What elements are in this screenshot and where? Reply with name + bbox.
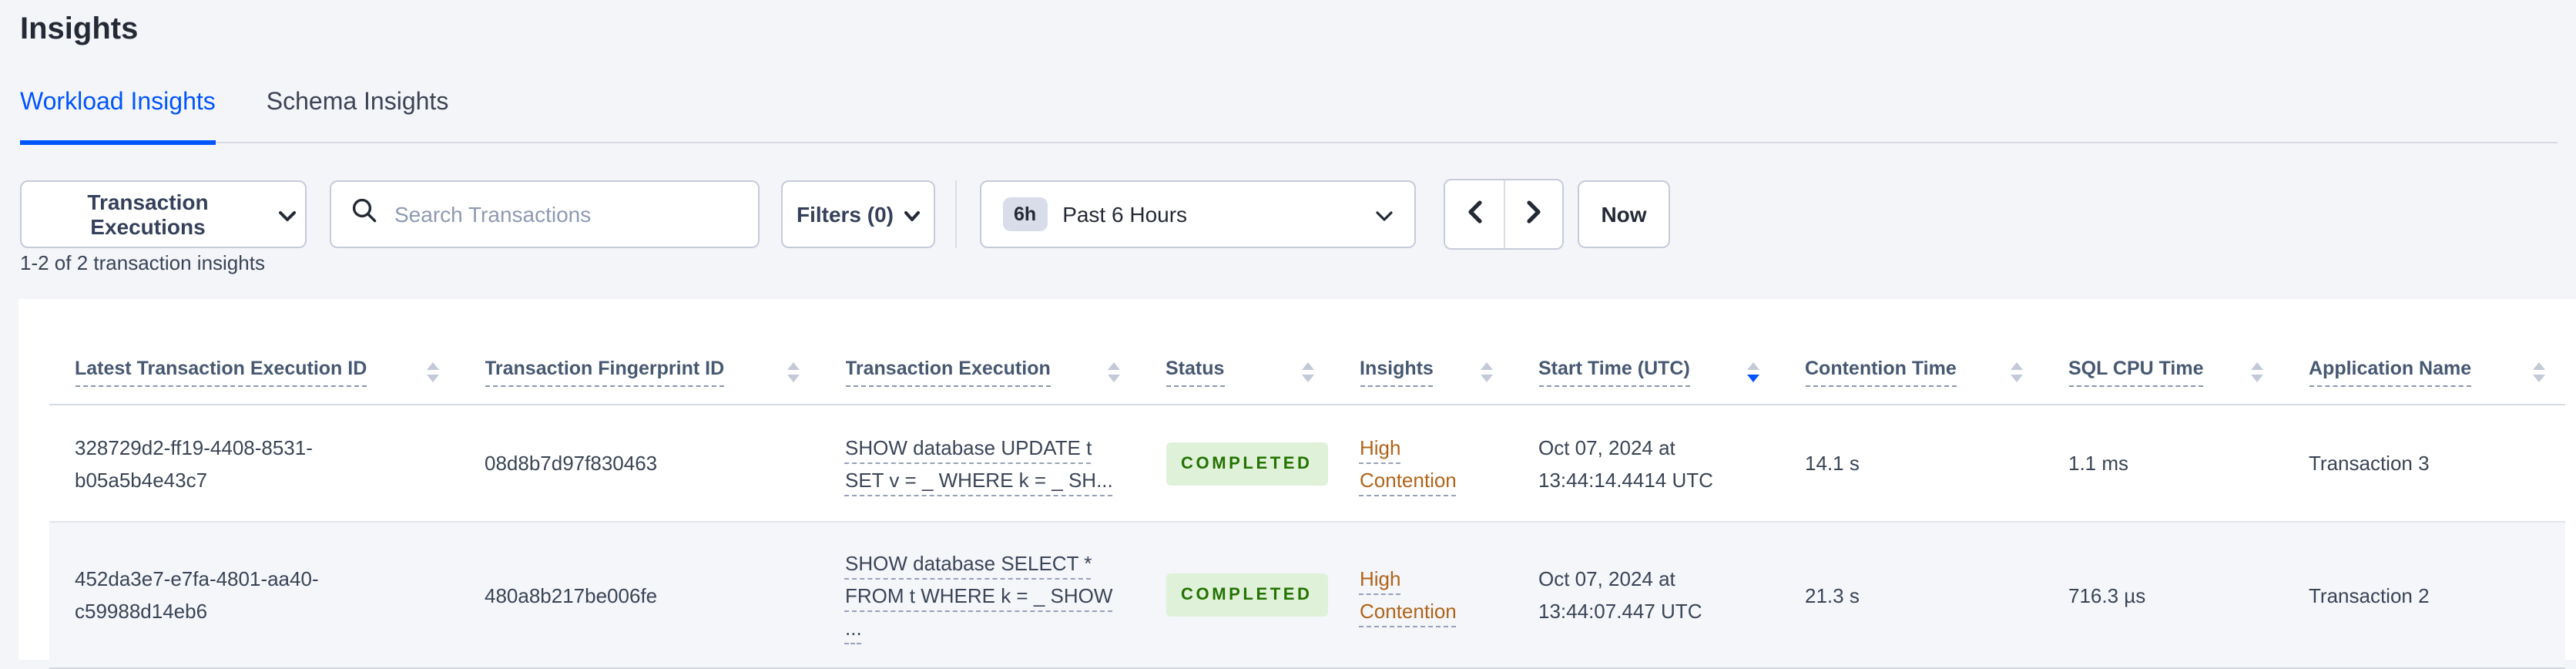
cell-fingerprint-id: 480a8b217be006fe	[459, 522, 820, 669]
insights-page: Insights Workload Insights Schema Insigh…	[0, 0, 2576, 669]
column-header-insights[interactable]: Insights	[1334, 299, 1513, 405]
sort-icon[interactable]	[787, 362, 800, 382]
sort-icon-active-desc[interactable]	[1747, 362, 1759, 382]
search-input[interactable]	[391, 200, 743, 228]
cell-application-name: Transaction 3	[2283, 405, 2565, 523]
filters-label: Filters (0)	[796, 202, 894, 227]
transaction-execution-link[interactable]: SHOW database SELECT * FROM t WHERE k = …	[845, 551, 1112, 639]
search-icon	[351, 197, 377, 231]
sort-icon[interactable]	[427, 362, 439, 382]
cell-fingerprint-id: 08d8b7d97f830463	[459, 405, 820, 523]
high-contention-link[interactable]: High Contention	[1360, 435, 1457, 491]
toolbar: Transaction Executions Filters (0) 6h Pa…	[20, 179, 1670, 250]
sort-icon[interactable]	[1302, 362, 1314, 382]
sort-icon[interactable]	[2251, 362, 2263, 382]
results-count: 1-2 of 2 transaction insights	[20, 251, 265, 274]
insights-table-card: Latest Transaction Execution ID Transact…	[18, 299, 2576, 669]
high-contention-link[interactable]: High Contention	[1360, 567, 1457, 623]
chevron-left-icon	[1467, 200, 1481, 228]
time-range-badge: 6h	[1003, 197, 1048, 231]
column-header-contention-time[interactable]: Contention Time	[1779, 299, 2043, 405]
cell-sql-cpu-time: 1.1 ms	[2043, 405, 2283, 523]
time-range-select[interactable]: 6h Past 6 Hours	[980, 180, 1416, 248]
cell-start-time: Oct 07, 2024 at 13:44:14.4414 UTC	[1513, 405, 1779, 523]
transaction-execution-link[interactable]: SHOW database UPDATE t SET v = _ WHERE k…	[845, 435, 1113, 491]
time-range-label: Past 6 Hours	[1062, 202, 1188, 227]
status-badge: COMPLETED	[1166, 573, 1328, 617]
sort-icon[interactable]	[2011, 362, 2023, 382]
column-header-transaction-execution[interactable]: Transaction Execution	[820, 299, 1140, 405]
cell-sql-cpu-time: 716.3 µs	[2043, 522, 2283, 669]
previous-time-window-button[interactable]	[1445, 180, 1504, 248]
next-time-window-button[interactable]	[1504, 180, 1562, 248]
page-title: Insights	[20, 12, 139, 46]
execution-type-label: Transaction Executions	[87, 190, 209, 239]
table-header-row: Latest Transaction Execution ID Transact…	[49, 299, 2565, 405]
cell-latest-execution-id: 328729d2-ff19-4408-8531-b05a5b4e43c7	[49, 405, 459, 523]
chevron-right-icon	[1527, 200, 1541, 228]
execution-type-select[interactable]: Transaction Executions	[20, 180, 307, 248]
chevron-down-icon	[904, 202, 920, 227]
table-row: 452da3e7-e7fa-4801-aa40-c59988d14eb6 480…	[49, 522, 2565, 669]
cell-start-time: Oct 07, 2024 at 13:44:07.447 UTC	[1513, 522, 1779, 669]
time-pager	[1444, 179, 1564, 250]
column-header-sql-cpu-time[interactable]: SQL CPU Time	[2043, 299, 2283, 405]
column-header-status[interactable]: Status	[1140, 299, 1334, 405]
tab-schema-insights[interactable]: Schema Insights	[267, 86, 449, 145]
cell-contention-time: 14.1 s	[1779, 405, 2043, 523]
chevron-down-icon	[279, 202, 296, 227]
cell-application-name: Transaction 2	[2283, 522, 2565, 669]
now-label: Now	[1601, 202, 1647, 227]
column-header-latest-transaction-execution-id[interactable]: Latest Transaction Execution ID	[49, 299, 459, 405]
tab-bar: Workload Insights Schema Insights	[20, 86, 2558, 145]
transaction-insights-table: Latest Transaction Execution ID Transact…	[49, 299, 2565, 669]
toolbar-divider	[955, 180, 957, 248]
sort-icon[interactable]	[1108, 362, 1120, 382]
filters-button[interactable]: Filters (0)	[781, 180, 935, 248]
now-button[interactable]: Now	[1578, 180, 1670, 248]
status-badge: COMPLETED	[1166, 442, 1328, 485]
column-header-application-name[interactable]: Application Name	[2283, 299, 2565, 405]
column-header-transaction-fingerprint-id[interactable]: Transaction Fingerprint ID	[459, 299, 820, 405]
tab-workload-insights[interactable]: Workload Insights	[20, 86, 216, 145]
chevron-down-icon	[1376, 202, 1393, 227]
column-header-start-time[interactable]: Start Time (UTC)	[1513, 299, 1779, 405]
search-box	[330, 180, 760, 248]
cell-contention-time: 21.3 s	[1779, 522, 2043, 669]
cell-latest-execution-id: 452da3e7-e7fa-4801-aa40-c59988d14eb6	[49, 522, 459, 669]
sort-icon[interactable]	[2533, 362, 2545, 382]
sort-icon[interactable]	[1481, 362, 1493, 382]
table-row: 328729d2-ff19-4408-8531-b05a5b4e43c7 08d…	[49, 405, 2565, 523]
